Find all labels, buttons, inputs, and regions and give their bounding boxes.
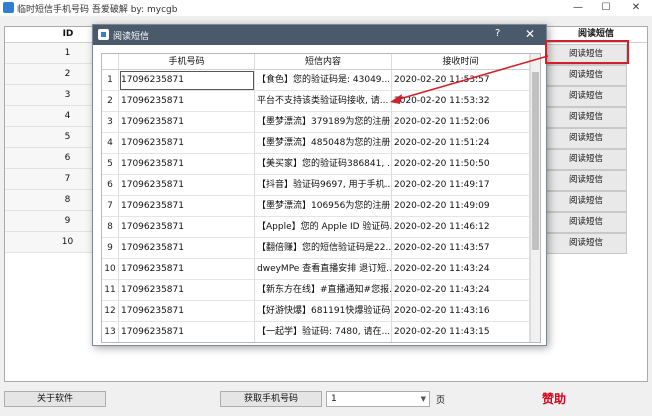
vertical-scrollbar[interactable] <box>530 54 540 342</box>
time-cell[interactable]: 2020-02-20 11:51:24 <box>392 133 530 154</box>
about-button[interactable]: 关于软件 <box>4 391 106 407</box>
row-number: 8 <box>102 217 119 238</box>
phone-cell[interactable]: 17096235871 <box>119 133 255 154</box>
sms-table: 手机号码 短信内容 接收时间 1 17096235871 【食色】您的验证码是:… <box>101 53 541 343</box>
content-cell[interactable]: 【新东方在线】#直播通知#您报... <box>255 280 392 301</box>
read-sms-button[interactable]: 阅读短信 <box>545 170 627 191</box>
row-number: 13 <box>102 322 119 342</box>
dialog-close-button[interactable]: ✕ <box>525 27 535 41</box>
time-cell[interactable]: 2020-02-20 11:52:06 <box>392 112 530 133</box>
content-cell[interactable]: 【好游快爆】681191快爆验证码... <box>255 301 392 322</box>
read-sms-dialog: 阅读短信 ? ✕ 手机号码 短信内容 接收时间 1 17096235871 【食… <box>92 24 547 346</box>
time-cell[interactable]: 2020-02-20 11:49:09 <box>392 196 530 217</box>
row-number: 4 <box>102 133 119 154</box>
read-sms-button[interactable]: 阅读短信 <box>545 233 627 254</box>
row-number: 10 <box>102 259 119 280</box>
row-number: 2 <box>102 91 119 112</box>
row-number: 9 <box>102 238 119 259</box>
maximize-button[interactable]: ☐ <box>592 0 620 16</box>
phone-cell[interactable]: 17096235871 <box>119 301 255 322</box>
table-corner <box>102 54 119 70</box>
time-cell[interactable]: 2020-02-20 11:53:32 <box>392 91 530 112</box>
phone-cell[interactable]: 17096235871 <box>119 112 255 133</box>
time-cell[interactable]: 2020-02-20 11:43:57 <box>392 238 530 259</box>
dialog-titlebar: 阅读短信 ? ✕ <box>93 25 546 45</box>
window-title: 临时短信手机号码 吾爱破解 by: mycgb <box>17 5 178 15</box>
content-cell[interactable]: 【墨梦漂流】379189为您的注册... <box>255 112 392 133</box>
dialog-app-icon <box>98 29 109 40</box>
phone-cell[interactable]: 17096235871 <box>119 70 255 91</box>
row-number: 5 <box>102 154 119 175</box>
close-button[interactable]: ✕ <box>622 0 650 16</box>
content-cell[interactable]: 平台不支持该类验证码接收, 请... <box>255 91 392 112</box>
row-number: 1 <box>102 70 119 91</box>
column-header-content: 短信内容 <box>255 54 392 70</box>
column-header-time: 接收时间 <box>392 54 530 70</box>
phone-cell[interactable]: 17096235871 <box>119 217 255 238</box>
time-cell[interactable]: 2020-02-20 11:43:24 <box>392 259 530 280</box>
chevron-down-icon: ▼ <box>420 395 426 403</box>
help-button[interactable]: ? <box>495 28 500 39</box>
page-label: 页 <box>436 396 446 406</box>
time-cell[interactable]: 2020-02-20 11:49:17 <box>392 175 530 196</box>
content-cell[interactable]: dweyMPe 查看直播安排 退订短... <box>255 259 392 280</box>
phone-cell[interactable]: 17096235871 <box>119 238 255 259</box>
row-number: 6 <box>102 175 119 196</box>
time-cell[interactable]: 2020-02-20 11:53:57 <box>392 70 530 91</box>
row-number: 11 <box>102 280 119 301</box>
time-cell[interactable]: 2020-02-20 11:43:16 <box>392 301 530 322</box>
phone-cell[interactable]: 17096235871 <box>119 196 255 217</box>
read-sms-button[interactable]: 阅读短信 <box>545 191 627 212</box>
content-cell[interactable]: 【墨梦漂流】485048为您的注册... <box>255 133 392 154</box>
content-cell[interactable]: 【一起学】验证码: 7480, 请在... <box>255 322 392 342</box>
minimize-button[interactable]: — <box>564 0 592 16</box>
bottom-toolbar: 关于软件 获取手机号码 1 ▼ 页 赞助 <box>0 386 652 416</box>
window-titlebar: 临时短信手机号码 吾爱破解 by: mycgb — ☐ ✕ <box>0 0 652 16</box>
donate-link[interactable]: 赞助 <box>542 390 566 407</box>
phone-cell[interactable]: 17096235871 <box>119 91 255 112</box>
content-cell[interactable]: 【墨梦漂流】106956为您的注册... <box>255 196 392 217</box>
read-sms-button[interactable]: 阅读短信 <box>545 128 627 149</box>
read-sms-button[interactable]: 阅读短信 <box>545 44 627 65</box>
get-numbers-button[interactable]: 获取手机号码 <box>220 391 322 407</box>
time-cell[interactable]: 2020-02-20 11:43:24 <box>392 280 530 301</box>
app-icon <box>3 2 14 13</box>
row-number: 7 <box>102 196 119 217</box>
content-cell[interactable]: 【食色】您的验证码是: 43049... <box>255 70 392 91</box>
row-number: 3 <box>102 112 119 133</box>
phone-cell[interactable]: 17096235871 <box>119 154 255 175</box>
read-sms-button[interactable]: 阅读短信 <box>545 65 627 86</box>
phone-cell[interactable]: 17096235871 <box>119 280 255 301</box>
dialog-title: 阅读短信 <box>113 32 150 42</box>
grid-header-action: 阅读短信 <box>545 27 647 43</box>
phone-cell[interactable]: 17096235871 <box>119 259 255 280</box>
column-header-phone: 手机号码 <box>119 54 255 70</box>
content-cell[interactable]: 【美买家】您的验证码386841, ... <box>255 154 392 175</box>
content-cell[interactable]: 【Apple】您的 Apple ID 验证码... <box>255 217 392 238</box>
time-cell[interactable]: 2020-02-20 11:43:15 <box>392 322 530 342</box>
phone-cell[interactable]: 17096235871 <box>119 322 255 342</box>
page-select[interactable]: 1 ▼ <box>326 391 430 407</box>
content-cell[interactable]: 【翻倍赚】您的短信验证码是22... <box>255 238 392 259</box>
read-sms-button[interactable]: 阅读短信 <box>545 149 627 170</box>
read-sms-button[interactable]: 阅读短信 <box>545 107 627 128</box>
phone-cell[interactable]: 17096235871 <box>119 175 255 196</box>
time-cell[interactable]: 2020-02-20 11:50:50 <box>392 154 530 175</box>
page-select-value: 1 <box>331 394 337 404</box>
read-sms-button[interactable]: 阅读短信 <box>545 86 627 107</box>
content-cell[interactable]: 【抖音】验证码9697, 用于手机... <box>255 175 392 196</box>
row-number: 12 <box>102 301 119 322</box>
scrollbar-thumb[interactable] <box>532 72 539 250</box>
time-cell[interactable]: 2020-02-20 11:46:12 <box>392 217 530 238</box>
read-sms-button[interactable]: 阅读短信 <box>545 212 627 233</box>
